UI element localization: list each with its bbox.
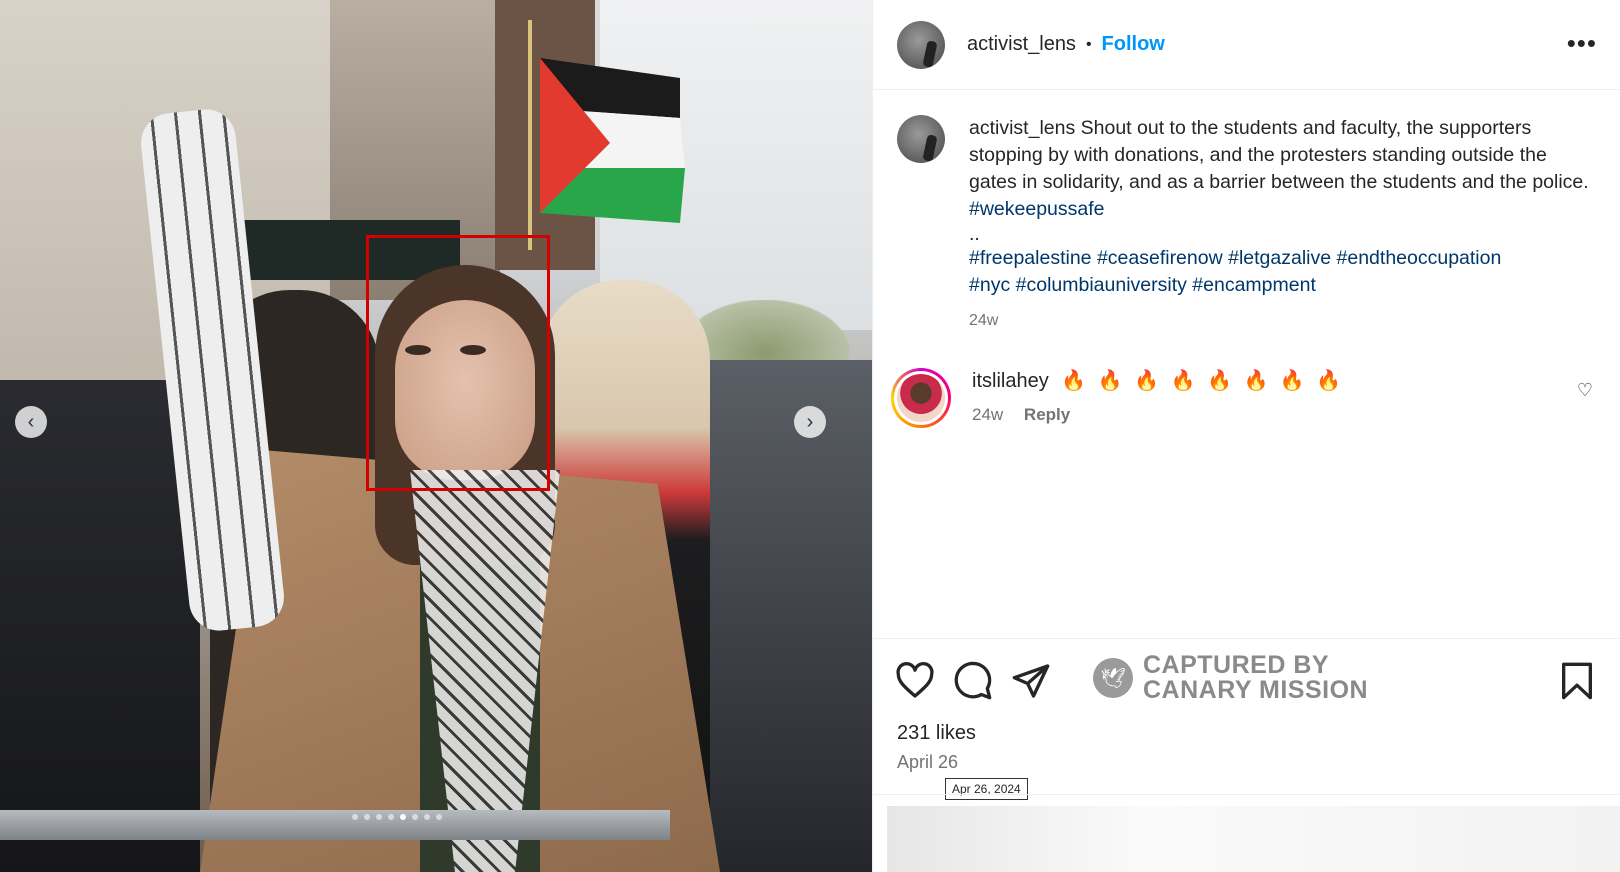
bookmark-icon[interactable] xyxy=(1557,661,1597,701)
face-highlight-box xyxy=(366,235,550,491)
carousel-dot xyxy=(436,814,442,820)
comment-icon[interactable] xyxy=(953,661,993,701)
watermark-line: CANARY MISSION xyxy=(1143,676,1369,704)
more-options-icon[interactable]: ••• xyxy=(1567,30,1597,56)
heart-icon[interactable] xyxy=(895,661,935,701)
carousel-dot-active xyxy=(400,814,406,820)
author-avatar[interactable] xyxy=(897,20,945,69)
carousel-dot xyxy=(424,814,430,820)
watermark-text: CAPTURED BY CANARY MISSION xyxy=(1143,653,1368,703)
add-comment-area[interactable] xyxy=(887,806,1620,872)
chevron-right-icon: › xyxy=(806,410,814,433)
comment-body: itslilahey 🔥 🔥 🔥 🔥 🔥 🔥 🔥 🔥 24w Reply xyxy=(972,368,1344,428)
hashtag-link[interactable]: #encampment xyxy=(1192,274,1316,296)
hashtag-link[interactable]: #columbiauniversity xyxy=(1016,274,1187,296)
carousel-prev-button[interactable]: ‹ xyxy=(15,406,47,438)
post-header: activist_lens • Follow ••• xyxy=(873,0,1620,90)
send-icon[interactable] xyxy=(1011,661,1051,701)
canary-mission-watermark: 🕊 CAPTURED BY CANARY MISSION xyxy=(1093,653,1368,703)
caption-author-avatar[interactable] xyxy=(897,115,945,163)
follow-button[interactable]: Follow xyxy=(1102,33,1165,56)
metal-barrier xyxy=(0,810,670,840)
post-photo: ‹ › xyxy=(0,0,872,872)
hashtag-link[interactable]: #ceasefirenow xyxy=(1097,247,1223,269)
commenter-username[interactable]: itslilahey xyxy=(972,370,1049,392)
comment-timestamp[interactable]: 24w xyxy=(972,405,1003,424)
reply-button[interactable]: Reply xyxy=(1024,405,1070,424)
caption-body: activist_lens Shout out to the students … xyxy=(969,115,1589,334)
post-details-panel: activist_lens • Follow ••• activist_lens… xyxy=(872,0,1620,872)
flagpole xyxy=(528,20,532,250)
hashtag-link[interactable]: #nyc xyxy=(969,274,1010,296)
crowd-right xyxy=(700,360,872,872)
post-date[interactable]: April 26 xyxy=(897,752,958,773)
crowd-left xyxy=(0,380,200,872)
date-tooltip: Apr 26, 2024 xyxy=(945,778,1028,800)
hashtag-link[interactable]: #wekeepussafe xyxy=(969,198,1105,220)
hashtag-link[interactable]: #letgazalive xyxy=(1228,247,1331,269)
commenter-avatar-image xyxy=(894,371,948,425)
watermark-line: CAPTURED BY xyxy=(1143,651,1330,679)
author-username[interactable]: activist_lens xyxy=(967,33,1076,56)
palestinian-flag xyxy=(540,58,685,223)
hashtag-line: #nyc #columbiauniversity #encampment xyxy=(969,272,1589,299)
caption-timestamp[interactable]: 24w xyxy=(969,307,1589,334)
hashtag-link[interactable]: #freepalestine xyxy=(969,247,1092,269)
carousel-dot xyxy=(364,814,370,820)
divider xyxy=(873,794,1620,795)
carousel-dot xyxy=(412,814,418,820)
separator-dot: • xyxy=(1085,35,1092,53)
carousel-dot xyxy=(388,814,394,820)
carousel-next-button[interactable]: › xyxy=(794,406,826,438)
carousel-dot xyxy=(376,814,382,820)
carousel-indicator xyxy=(352,814,442,820)
hashtag-link[interactable]: #endtheoccupation xyxy=(1337,247,1502,269)
chevron-left-icon: ‹ xyxy=(27,410,35,433)
comment-meta: 24w Reply xyxy=(972,405,1344,425)
caption-username[interactable]: activist_lens xyxy=(969,117,1075,139)
post-actions-bar: 🕊 CAPTURED BY CANARY MISSION xyxy=(873,638,1620,718)
caption-dots: .. xyxy=(969,223,980,245)
commenter-avatar[interactable] xyxy=(891,368,951,428)
post-caption: activist_lens Shout out to the students … xyxy=(897,115,1597,334)
carousel-dot xyxy=(352,814,358,820)
comment-text: 🔥 🔥 🔥 🔥 🔥 🔥 🔥 🔥 xyxy=(1061,370,1345,392)
comment-like-heart-icon[interactable]: ♡ xyxy=(1577,380,1593,401)
canary-bird-icon: 🕊 xyxy=(1093,658,1133,698)
comment-item: itslilahey 🔥 🔥 🔥 🔥 🔥 🔥 🔥 🔥 24w Reply ♡ xyxy=(891,368,1603,428)
likes-count[interactable]: 231 likes xyxy=(897,722,976,745)
hashtag-line: #freepalestine #ceasefirenow #letgazaliv… xyxy=(969,245,1589,272)
